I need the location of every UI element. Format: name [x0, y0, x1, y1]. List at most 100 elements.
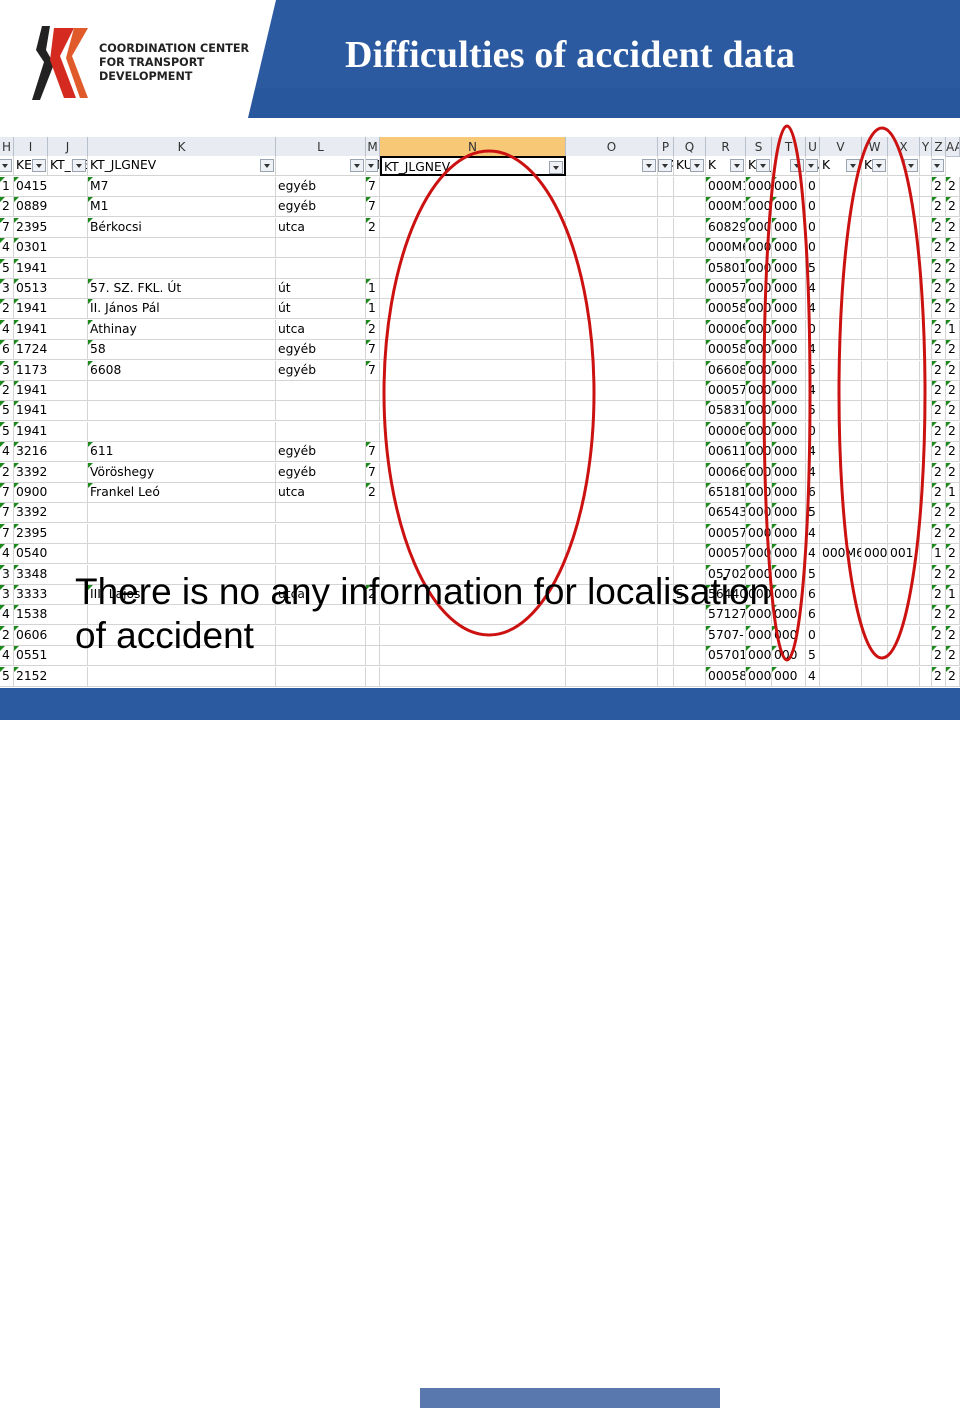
table-cell[interactable]: 2 — [0, 462, 14, 483]
table-cell[interactable]: 000 — [772, 605, 806, 626]
table-cell[interactable] — [674, 197, 706, 218]
table-cell[interactable] — [566, 483, 658, 503]
table-cell[interactable] — [276, 381, 366, 401]
table-cell[interactable] — [566, 401, 658, 422]
table-cell[interactable] — [920, 442, 932, 463]
table-cell[interactable]: 4 — [806, 523, 820, 544]
table-cell[interactable] — [920, 217, 932, 238]
table-cell[interactable]: 2152 — [14, 666, 88, 687]
table-cell[interactable]: 2395 — [14, 523, 88, 544]
table-cell[interactable] — [566, 666, 658, 687]
table-cell[interactable] — [380, 258, 566, 279]
table-cell[interactable]: 2 — [946, 605, 960, 626]
table-cell[interactable]: 3 — [0, 279, 14, 299]
column-letter-o[interactable]: O — [566, 137, 658, 157]
column-letter-i[interactable]: I — [14, 137, 48, 157]
filter-dropdown-icon[interactable] — [350, 159, 364, 172]
table-cell[interactable]: 2 — [946, 625, 960, 646]
table-cell[interactable] — [920, 462, 932, 483]
table-cell[interactable] — [888, 177, 920, 197]
table-cell[interactable]: 2 — [946, 279, 960, 299]
table-cell[interactable]: 2 — [932, 340, 946, 361]
table-cell[interactable]: 000M1 — [706, 177, 746, 197]
table-cell[interactable] — [674, 544, 706, 565]
table-cell[interactable]: 57. SZ. FKL. Út — [88, 279, 276, 299]
table-cell[interactable] — [276, 401, 366, 422]
table-cell[interactable] — [820, 666, 862, 687]
table-cell[interactable]: 06608 — [706, 360, 746, 381]
table-cell[interactable] — [566, 523, 658, 544]
table-cell[interactable] — [920, 523, 932, 544]
table-cell[interactable] — [658, 381, 674, 401]
table-cell[interactable]: 1941 — [14, 319, 88, 340]
table-cell[interactable]: egyéb — [276, 442, 366, 463]
table-cell[interactable]: 000 — [746, 258, 772, 279]
table-cell[interactable]: 4 — [0, 442, 14, 463]
table-cell[interactable]: 2 — [946, 299, 960, 320]
table-cell[interactable] — [888, 646, 920, 667]
table-cell[interactable] — [888, 238, 920, 259]
filter-dropdown-icon[interactable] — [690, 159, 704, 172]
table-cell[interactable]: 1941 — [14, 381, 88, 401]
column-letter-q[interactable]: Q — [674, 137, 706, 157]
table-cell[interactable] — [862, 340, 888, 361]
table-cell[interactable]: utca — [276, 483, 366, 503]
table-cell[interactable] — [658, 340, 674, 361]
table-cell[interactable] — [820, 258, 862, 279]
table-cell[interactable] — [658, 442, 674, 463]
table-cell[interactable]: 4 — [806, 462, 820, 483]
table-cell[interactable] — [920, 646, 932, 667]
table-cell[interactable] — [888, 299, 920, 320]
table-cell[interactable]: 1 — [946, 483, 960, 503]
table-cell[interactable]: Bérkocsi — [88, 217, 276, 238]
table-cell[interactable] — [862, 564, 888, 585]
table-cell[interactable]: 00057 — [706, 381, 746, 401]
table-cell[interactable] — [862, 197, 888, 218]
table-cell[interactable] — [380, 217, 566, 238]
table-cell[interactable] — [276, 238, 366, 259]
column-letter-s[interactable]: S — [746, 137, 772, 157]
table-cell[interactable]: 2 — [932, 319, 946, 340]
filter-header-cell[interactable]: KU_ — [746, 156, 772, 176]
table-cell[interactable] — [566, 421, 658, 442]
table-cell[interactable] — [366, 258, 380, 279]
table-cell[interactable] — [380, 544, 566, 565]
column-letter-u[interactable]: U — [806, 137, 820, 157]
table-cell[interactable] — [820, 646, 862, 667]
table-cell[interactable]: 00058 — [706, 299, 746, 320]
table-cell[interactable]: 2 — [932, 217, 946, 238]
table-cell[interactable] — [88, 238, 276, 259]
table-cell[interactable]: 0513 — [14, 279, 88, 299]
filter-header-cell[interactable]: KT_NEV_2 — [366, 156, 380, 176]
table-cell[interactable] — [674, 238, 706, 259]
table-cell[interactable]: 0 — [806, 217, 820, 238]
table-cell[interactable]: 000 — [772, 319, 806, 340]
table-cell[interactable]: 0415 — [14, 177, 88, 197]
table-cell[interactable] — [920, 503, 932, 524]
table-cell[interactable] — [820, 217, 862, 238]
table-cell[interactable] — [658, 360, 674, 381]
table-cell[interactable] — [276, 421, 366, 442]
table-cell[interactable] — [862, 279, 888, 299]
table-cell[interactable]: 000 — [772, 258, 806, 279]
table-cell[interactable]: 5 — [806, 258, 820, 279]
table-cell[interactable] — [820, 279, 862, 299]
filter-dropdown-icon[interactable] — [366, 159, 378, 172]
table-cell[interactable] — [88, 421, 276, 442]
table-cell[interactable] — [820, 483, 862, 503]
table-cell[interactable] — [380, 319, 566, 340]
table-cell[interactable]: 000 — [772, 646, 806, 667]
filter-dropdown-icon[interactable] — [730, 159, 744, 172]
filter-header-cell[interactable] — [920, 156, 932, 176]
table-cell[interactable]: 3 — [0, 585, 14, 605]
column-letter-j[interactable]: J — [48, 137, 88, 157]
table-cell[interactable] — [566, 319, 658, 340]
table-cell[interactable]: 2 — [932, 442, 946, 463]
table-cell[interactable]: 1941 — [14, 258, 88, 279]
filter-dropdown-icon[interactable] — [72, 159, 86, 172]
column-letter-y[interactable]: Y — [920, 137, 932, 157]
table-cell[interactable] — [888, 279, 920, 299]
table-cell[interactable] — [862, 666, 888, 687]
table-cell[interactable]: 000 — [746, 442, 772, 463]
table-cell[interactable]: 000 — [746, 238, 772, 259]
